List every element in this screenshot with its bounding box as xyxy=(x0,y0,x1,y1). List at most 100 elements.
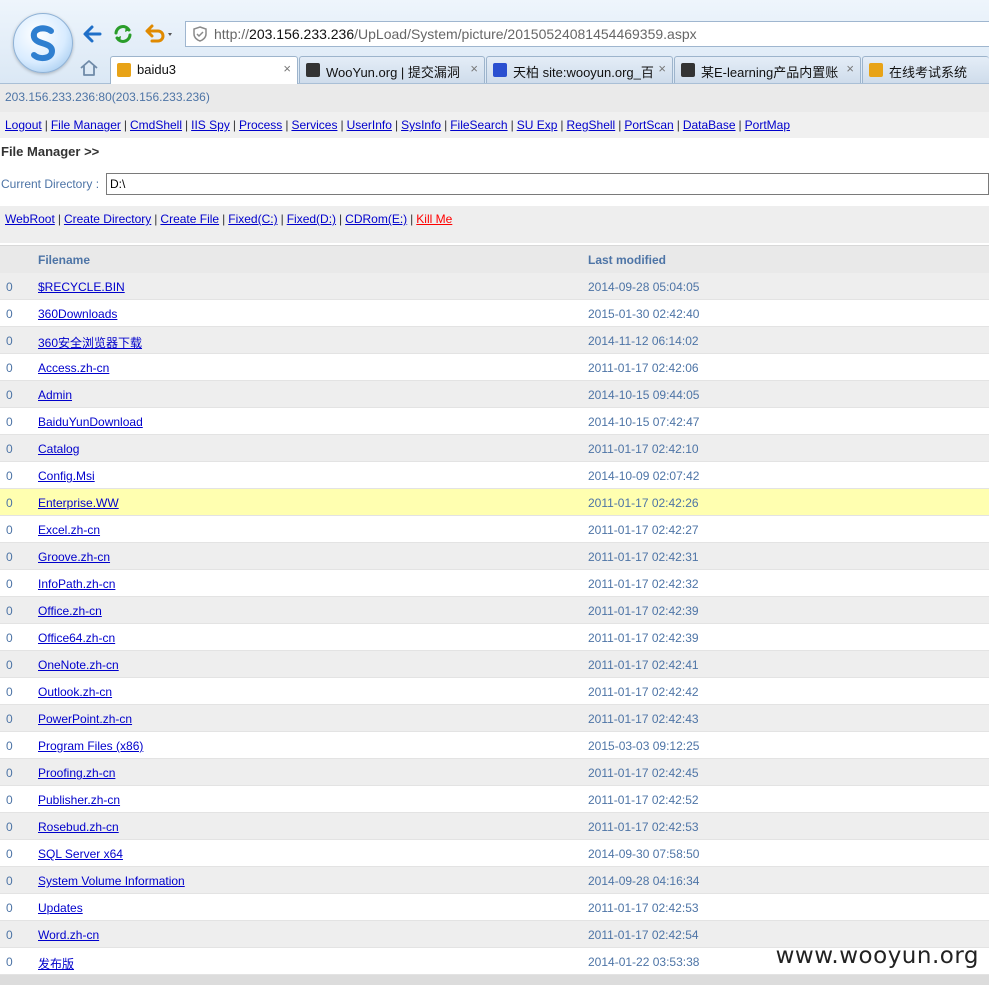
filename-link[interactable]: BaiduYunDownload xyxy=(38,415,143,429)
tab-baidu-search[interactable]: 天柏 site:wooyun.org_百 × xyxy=(486,56,673,83)
filename-link[interactable]: $RECYCLE.BIN xyxy=(38,280,125,294)
menu-portscan[interactable]: PortScan xyxy=(624,118,673,132)
menu-file-manager[interactable]: File Manager xyxy=(51,118,121,132)
back-arrow-icon[interactable] xyxy=(80,22,104,46)
menu-filesearch[interactable]: FileSearch xyxy=(450,118,507,132)
table-row[interactable]: 0 Admin 2014-10-15 09:44:05 xyxy=(0,381,989,408)
table-row[interactable]: 0 System Volume Information 2014-09-28 04:… xyxy=(0,867,989,894)
current-directory-input[interactable] xyxy=(106,173,989,195)
filename-link[interactable]: Updates xyxy=(38,901,83,915)
menu-iis-spy[interactable]: IIS Spy xyxy=(191,118,230,132)
column-header-last-modified[interactable]: Last modified xyxy=(588,253,666,267)
menu-regshell[interactable]: RegShell xyxy=(567,118,616,132)
filename-link[interactable]: Access.zh-cn xyxy=(38,361,109,375)
table-row[interactable]: 0 Proofing.zh-cn 2011-01-17 02:42:45 xyxy=(0,759,989,786)
last-modified-cell: 2014-11-12 06:14:02 xyxy=(588,334,699,348)
filename-link[interactable]: SQL Server x64 xyxy=(38,847,123,861)
action-drive-c[interactable]: Fixed(C:) xyxy=(228,212,277,226)
filename-link[interactable]: Word.zh-cn xyxy=(38,928,99,942)
table-row[interactable]: 0 Catalog 2011-01-17 02:42:10 xyxy=(0,435,989,462)
column-header-filename[interactable]: Filename xyxy=(38,253,90,267)
table-row[interactable]: 0 Groove.zh-cn 2011-01-17 02:42:31 xyxy=(0,543,989,570)
table-row[interactable]: 0 Publisher.zh-cn 2011-01-17 02:42:52 xyxy=(0,786,989,813)
filename-link[interactable]: Program Files (x86) xyxy=(38,739,143,753)
tab-label: baidu3 xyxy=(137,62,177,77)
filename-link[interactable]: Proofing.zh-cn xyxy=(38,766,115,780)
tab-close-icon[interactable]: × xyxy=(470,61,478,76)
filename-link[interactable]: Office.zh-cn xyxy=(38,604,102,618)
action-create-file[interactable]: Create File xyxy=(160,212,219,226)
action-create-directory[interactable]: Create Directory xyxy=(64,212,151,226)
table-row[interactable]: 0 Office64.zh-cn 2011-01-17 02:42:39 xyxy=(0,624,989,651)
action-drive-d[interactable]: Fixed(D:) xyxy=(287,212,336,226)
menu-su-exp[interactable]: SU Exp xyxy=(517,118,558,132)
tab-wooyun-submit[interactable]: WooYun.org | 提交漏洞 × xyxy=(299,56,485,83)
filename-link[interactable]: 发布版 xyxy=(38,955,74,972)
table-row[interactable]: 0 Updates 2011-01-17 02:42:53 xyxy=(0,894,989,921)
menu-portmap[interactable]: PortMap xyxy=(745,118,790,132)
filename-link[interactable]: Publisher.zh-cn xyxy=(38,793,120,807)
home-icon[interactable] xyxy=(79,58,99,78)
table-row[interactable]: 0 BaiduYunDownload 2014-10-15 07:42:47 xyxy=(0,408,989,435)
menu-process[interactable]: Process xyxy=(239,118,282,132)
table-row[interactable]: 0 SQL Server x64 2014-09-30 07:58:50 xyxy=(0,840,989,867)
host-info-bar: 203.156.233.236:80(203.156.233.236) xyxy=(0,84,989,113)
table-row[interactable]: 0 360Downloads 2015-01-30 02:42:40 xyxy=(0,300,989,327)
table-row[interactable]: 0 Access.zh-cn 2011-01-17 02:42:06 xyxy=(0,354,989,381)
tab-baidu3[interactable]: baidu3 × xyxy=(110,56,298,84)
menu-cmdshell[interactable]: CmdShell xyxy=(130,118,182,132)
tab-close-icon[interactable]: × xyxy=(283,61,291,76)
filename-link[interactable]: Rosebud.zh-cn xyxy=(38,820,119,834)
filename-link[interactable]: Config.Msi xyxy=(38,469,95,483)
undo-icon[interactable] xyxy=(143,22,175,46)
last-modified-cell: 2014-01-22 03:53:38 xyxy=(588,955,700,969)
browser-logo-icon[interactable] xyxy=(13,13,73,73)
row-index-cell: 0 xyxy=(6,469,13,483)
menu-bar: Logout | File Manager | CmdShell | IIS Spy | Pro… xyxy=(0,112,989,138)
address-bar[interactable]: http://203.156.233.236/UpLoad/System/pic… xyxy=(185,21,989,47)
row-index-cell: 0 xyxy=(6,523,13,537)
table-row[interactable]: 0 $RECYCLE.BIN 2014-09-28 05:04:05 xyxy=(0,273,989,300)
table-row[interactable]: 0 Program Files (x86) 2015-03-03 09:12:25 xyxy=(0,732,989,759)
filename-link[interactable]: System Volume Information xyxy=(38,874,185,888)
table-row[interactable]: 0 Excel.zh-cn 2011-01-17 02:42:27 xyxy=(0,516,989,543)
menu-sysinfo[interactable]: SysInfo xyxy=(401,118,441,132)
filename-link[interactable]: Outlook.zh-cn xyxy=(38,685,112,699)
filename-link[interactable]: Admin xyxy=(38,388,72,402)
table-header: Filename Last modified xyxy=(0,245,989,274)
action-kill-me[interactable]: Kill Me xyxy=(416,212,452,226)
filename-link[interactable]: Groove.zh-cn xyxy=(38,550,110,564)
table-row[interactable]: 0 InfoPath.zh-cn 2011-01-17 02:42:32 xyxy=(0,570,989,597)
tab-elearning[interactable]: 某E-learning产品内置账 × xyxy=(674,56,861,83)
menu-database[interactable]: DataBase xyxy=(683,118,736,132)
menu-logout[interactable]: Logout xyxy=(5,118,42,132)
row-index-cell: 0 xyxy=(6,388,13,402)
filename-link[interactable]: InfoPath.zh-cn xyxy=(38,577,115,591)
filename-link[interactable]: Enterprise.WW xyxy=(38,496,119,510)
tab-close-icon[interactable]: × xyxy=(846,61,854,76)
action-drive-e[interactable]: CDRom(E:) xyxy=(345,212,407,226)
filename-link[interactable]: Catalog xyxy=(38,442,79,456)
filename-link[interactable]: 360安全浏览器下载 xyxy=(38,334,142,351)
table-row[interactable]: 0 Rosebud.zh-cn 2011-01-17 02:42:53 xyxy=(0,813,989,840)
table-row[interactable]: 0 OneNote.zh-cn 2011-01-17 02:42:41 xyxy=(0,651,989,678)
filename-link[interactable]: Excel.zh-cn xyxy=(38,523,100,537)
filename-link[interactable]: 360Downloads xyxy=(38,307,117,321)
tab-close-icon[interactable]: × xyxy=(658,61,666,76)
last-modified-cell: 2011-01-17 02:42:42 xyxy=(588,685,699,699)
filename-link[interactable]: PowerPoint.zh-cn xyxy=(38,712,132,726)
table-row[interactable]: 0 Outlook.zh-cn 2011-01-17 02:42:42 xyxy=(0,678,989,705)
table-row[interactable]: 0 PowerPoint.zh-cn 2011-01-17 02:42:43 xyxy=(0,705,989,732)
table-row[interactable]: 0 Office.zh-cn 2011-01-17 02:42:39 xyxy=(0,597,989,624)
filename-link[interactable]: Office64.zh-cn xyxy=(38,631,115,645)
refresh-icon[interactable] xyxy=(111,22,135,46)
tab-online-exam[interactable]: 在线考试系统 xyxy=(862,56,989,83)
table-row[interactable]: 0 360安全浏览器下载 2014-11-12 06:14:02 xyxy=(0,327,989,354)
action-webroot[interactable]: WebRoot xyxy=(5,212,55,226)
filename-link[interactable]: OneNote.zh-cn xyxy=(38,658,119,672)
menu-services[interactable]: Services xyxy=(291,118,337,132)
table-row[interactable]: 0 Config.Msi 2014-10-09 02:07:42 xyxy=(0,462,989,489)
table-row[interactable]: 0 Enterprise.WW 2011-01-17 02:42:26 xyxy=(0,489,989,516)
row-index-cell: 0 xyxy=(6,415,13,429)
menu-userinfo[interactable]: UserInfo xyxy=(347,118,392,132)
